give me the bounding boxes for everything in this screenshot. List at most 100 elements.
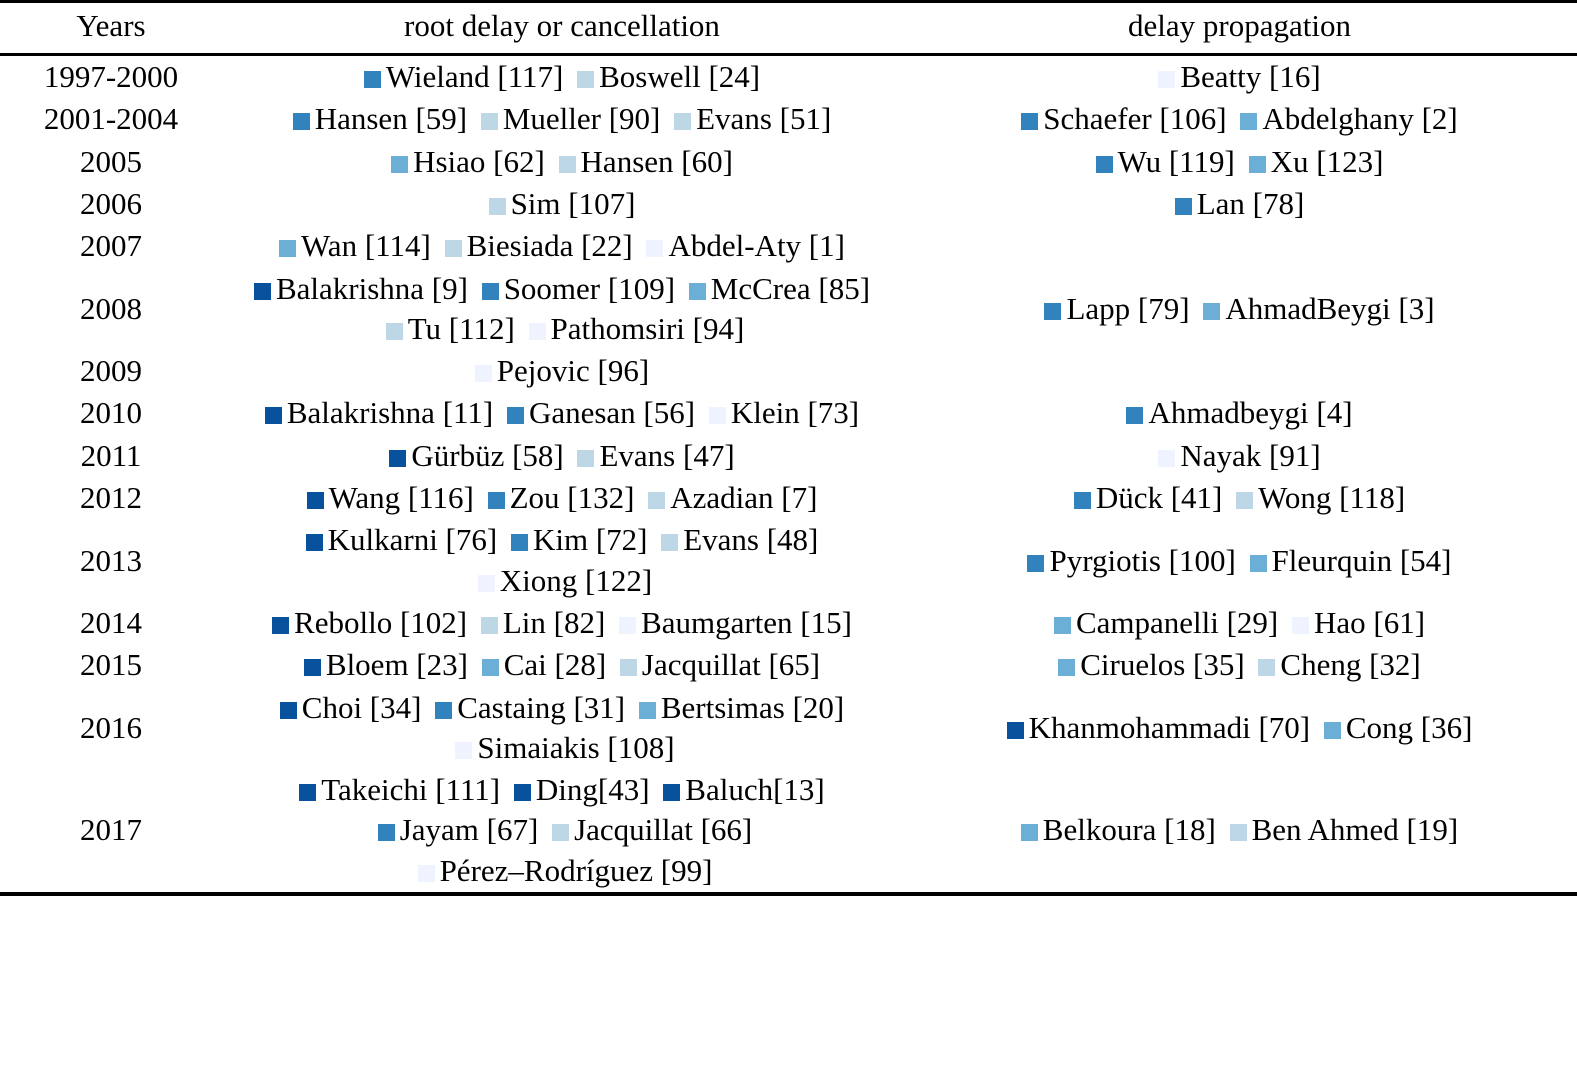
- reference-entry: Xu [123]: [1243, 144, 1383, 179]
- reference-entry: Jacquillat [66]: [546, 812, 752, 847]
- reference-label: Jacquillat [66]: [574, 812, 753, 848]
- category-swatch-icon: [1258, 659, 1276, 677]
- delay-propagation-cell: Lapp [79] AhmadBeygi [3]: [902, 268, 1577, 351]
- reference-entry: Beatty [16]: [1158, 59, 1321, 95]
- reference-entry: Ciruelos [35]: [1058, 647, 1245, 682]
- category-swatch-icon: [552, 824, 570, 842]
- reference-label: Jayam [67]: [399, 812, 539, 848]
- category-swatch-icon: [1229, 824, 1247, 842]
- reference-label: Ben Ahmed [19]: [1251, 812, 1459, 848]
- reference-label: Wieland [117]: [385, 59, 564, 95]
- years-cell: 2007: [80, 228, 142, 264]
- reference-label: Bertsimas [20]: [660, 689, 845, 725]
- table-row: 2011 Gürbüz [58] Evans [47] Nayak [91]: [0, 435, 1577, 477]
- category-swatch-icon: [638, 701, 656, 719]
- delay-propagation-cell: Beatty [16]: [902, 55, 1577, 99]
- category-swatch-icon: [1095, 155, 1113, 173]
- category-swatch-icon: [1174, 197, 1192, 215]
- reference-label: Abdel-Aty [1]: [668, 228, 845, 264]
- table-row: 2005 Hsiao [62] Hansen [60] Wu [119] Xu […: [0, 141, 1577, 183]
- delay-propagation-cell: Nayak [91]: [902, 435, 1577, 477]
- reference-label: Wong [118]: [1258, 480, 1406, 516]
- reference-label: Ganesan [56]: [528, 395, 696, 431]
- table-row: 2001-2004 Hansen [59] Mueller [90] Evans …: [0, 98, 1577, 140]
- delay-propagation-cell: Lan [78]: [902, 183, 1577, 225]
- category-swatch-icon: [1158, 449, 1176, 467]
- reference-entry: Dück [41]: [1073, 480, 1222, 515]
- category-swatch-icon: [306, 492, 324, 510]
- delay-propagation-cell: Khanmohammadi [70] Cong [36]: [902, 687, 1577, 770]
- category-swatch-icon: [279, 240, 297, 258]
- reference-label: Evans [47]: [599, 437, 735, 473]
- reference-label: Pathomsiri [94]: [550, 310, 745, 346]
- literature-table: Years root delay or cancellation delay p…: [0, 3, 1577, 892]
- reference-entry: Wu [119]: [1095, 144, 1235, 179]
- reference-entry: Hansen [59]: [292, 101, 467, 136]
- category-swatch-icon: [444, 240, 462, 258]
- reference-label: Hsiao [62]: [413, 143, 545, 179]
- root-delay-cell: Rebollo [102] Lin [82] Baumgarten [15]: [222, 602, 902, 644]
- reference-entry: McCrea [85]: [683, 271, 870, 306]
- reference-label: Ding[43]: [535, 772, 650, 808]
- category-swatch-icon: [1248, 155, 1266, 173]
- root-delay-cell: Balakrishna [9] Soomer [109] McCrea [85]…: [222, 268, 902, 351]
- category-swatch-icon: [619, 659, 637, 677]
- reference-entry: Cai [28]: [476, 647, 606, 682]
- reference-entry: Abdel-Aty [1]: [640, 228, 845, 264]
- reference-label: Beatty [16]: [1180, 59, 1321, 95]
- reference-entry: Xiong [122]: [472, 563, 652, 598]
- category-swatch-icon: [619, 616, 637, 634]
- root-delay-cell: Choi [34] Castaing [31] Bertsimas [20] S…: [222, 687, 902, 770]
- reference-entry: Ahmadbeygi [4]: [1126, 395, 1353, 431]
- reference-entry: Lin [82]: [475, 605, 605, 640]
- table-header: Years root delay or cancellation delay p…: [0, 3, 1577, 57]
- reference-label: Pérez–Rodríguez [99]: [439, 852, 713, 888]
- root-delay-cell: Sim [107]: [222, 183, 902, 225]
- column-header-delay-propagation: delay propagation: [902, 3, 1577, 57]
- years-cell: 2009: [80, 353, 142, 389]
- category-swatch-icon: [391, 155, 409, 173]
- delay-propagation-cell: Schaefer [106] Abdelghany [2]: [902, 98, 1577, 140]
- years-cell: 2012: [80, 480, 142, 516]
- reference-label: Boswell [24]: [599, 59, 761, 95]
- reference-label: Hao [61]: [1314, 604, 1426, 640]
- category-swatch-icon: [1053, 616, 1071, 634]
- reference-label: Pyrgiotis [100]: [1049, 542, 1236, 578]
- reference-entry: Kim [72]: [505, 522, 647, 557]
- category-swatch-icon: [253, 282, 271, 300]
- category-swatch-icon: [385, 322, 403, 340]
- reference-entry: Pyrgiotis [100]: [1027, 542, 1236, 578]
- category-swatch-icon: [510, 534, 528, 552]
- table-row: 2010 Balakrishna [11] Ganesan [56] Klein …: [0, 392, 1577, 434]
- reference-label: Lin [82]: [502, 604, 606, 640]
- reference-entry: Pathomsiri [94]: [523, 310, 745, 346]
- table-bottom-rule: [0, 892, 1577, 897]
- table-body: 1997-2000 Wieland [117] Boswell [24] Beat…: [0, 55, 1577, 892]
- category-swatch-icon: [1158, 71, 1176, 89]
- reference-label: Xiong [122]: [499, 562, 653, 598]
- category-swatch-icon: [303, 659, 321, 677]
- years-cell: 2008: [80, 290, 142, 326]
- reference-entry: Pérez–Rodríguez [99]: [412, 852, 713, 888]
- category-swatch-icon: [488, 197, 506, 215]
- reference-label: Abdelghany [2]: [1262, 101, 1458, 137]
- reference-label: Ahmadbeygi [4]: [1148, 395, 1353, 431]
- reference-label: Jacquillat [65]: [641, 647, 821, 683]
- column-header-years: Years: [0, 3, 222, 57]
- reference-entry: Evans [47]: [571, 437, 735, 473]
- category-swatch-icon: [513, 784, 531, 802]
- reference-label: Kulkarni [76]: [327, 522, 498, 558]
- table-row: 2012 Wang [116] Zou [132] Azadian [7] Düc…: [0, 477, 1577, 519]
- category-swatch-icon: [708, 407, 726, 425]
- years-cell: 2017: [80, 812, 142, 848]
- reference-entry: Pejovic [96]: [474, 353, 649, 388]
- reference-entry: Choi [34]: [279, 690, 421, 725]
- reference-label: Klein [73]: [730, 395, 860, 431]
- years-cell: 2014: [80, 604, 142, 640]
- reference-entry: Wan [114]: [279, 228, 431, 263]
- reference-entry: Cong [36]: [1318, 710, 1472, 745]
- category-swatch-icon: [558, 155, 576, 173]
- reference-entry: Belkoura [18]: [1020, 812, 1216, 847]
- reference-label: Sim [107]: [510, 185, 636, 221]
- reference-label: Nayak [91]: [1180, 437, 1321, 473]
